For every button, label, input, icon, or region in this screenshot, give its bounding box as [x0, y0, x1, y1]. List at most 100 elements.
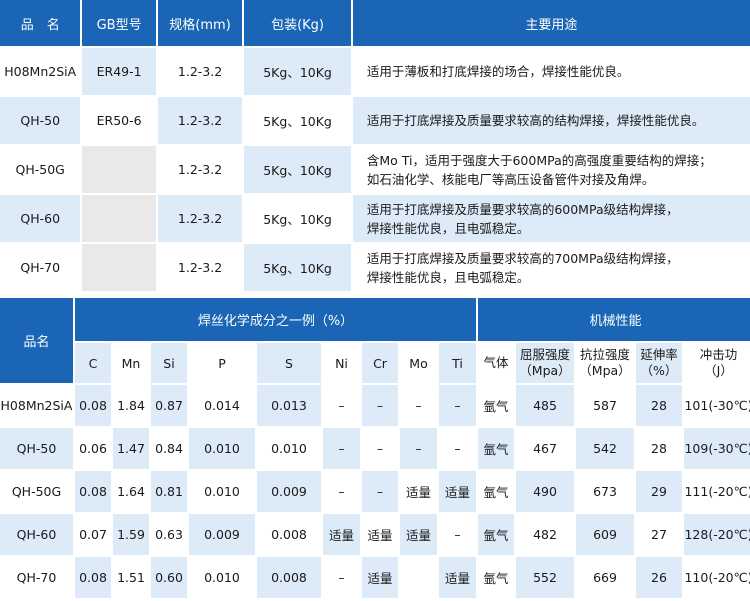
- value-mo: 适量: [400, 471, 437, 512]
- table-row: H08Mn2SiA 0.08 1.84 0.87 0.014 0.013 – –…: [0, 385, 750, 426]
- element-header-mn: Mn: [113, 343, 149, 383]
- value-ti: –: [439, 514, 476, 555]
- value-s: 0.008: [257, 557, 321, 598]
- table-row: QH-50 0.06 1.47 0.84 0.010 0.010 – – – –…: [0, 428, 750, 469]
- spec-table: 品 名 GB型号 规格(mm) 包装(Kg) 主要用途 H08Mn2SiA ER…: [0, 0, 750, 293]
- value-tensile: 587: [576, 385, 634, 426]
- value-s: 0.009: [257, 471, 321, 512]
- main-use: 适用于打底焊接及质量要求较高的结构焊接，焊接性能优良。: [352, 97, 750, 144]
- mech-header-gas: 气体: [478, 343, 514, 383]
- value-c: 0.07: [75, 514, 111, 555]
- value-impact: 110(-20℃): [684, 557, 750, 598]
- product-name: QH-50: [0, 428, 73, 469]
- value-tensile: 609: [576, 514, 634, 555]
- package-value: 5Kg、10Kg: [244, 97, 351, 144]
- header-package: 包装(Kg): [244, 0, 351, 46]
- value-p: 0.010: [189, 471, 255, 512]
- value-p: 0.014: [189, 385, 255, 426]
- mech-header-impact-unit: （J）: [704, 363, 733, 378]
- value-mn: 1.59: [113, 514, 149, 555]
- header-main-use: 主要用途: [352, 0, 750, 46]
- value-impact: 101(-30℃): [684, 385, 750, 426]
- gb-model: [82, 244, 156, 291]
- mech-header-tensile-label: 抗拉强度: [579, 347, 630, 362]
- header-gb-model: GB型号: [82, 0, 156, 46]
- value-tensile: 673: [576, 471, 634, 512]
- main-use-line-1: 适用于打底焊接及质量要求较高的600MPa级结构焊接，: [366, 201, 679, 217]
- value-ti: 适量: [439, 471, 476, 512]
- value-cr: 适量: [362, 514, 398, 555]
- value-s: 0.013: [257, 385, 321, 426]
- value-mn: 1.51: [113, 557, 149, 598]
- main-use: 适用于薄板和打底焊接的场合，焊接性能优良。: [352, 48, 750, 95]
- value-mo: [400, 557, 437, 598]
- product-name: QH-50G: [0, 471, 73, 512]
- product-name: QH-70: [0, 557, 73, 598]
- header-mechanical-properties: 机械性能: [478, 298, 750, 341]
- value-tensile: 542: [576, 428, 634, 469]
- value-yield: 490: [516, 471, 574, 512]
- main-use-line-1: 适用于薄板和打底焊接的场合，焊接性能优良。: [366, 64, 630, 79]
- value-ni: 适量: [323, 514, 360, 555]
- value-yield: 482: [516, 514, 574, 555]
- table-row: QH-50 ER50-6 1.2-3.2 5Kg、10Kg 适用于打底焊接及质量…: [0, 97, 750, 144]
- value-impact: 128(-20℃): [684, 514, 750, 555]
- element-header-p: P: [189, 343, 255, 383]
- value-mn: 1.64: [113, 471, 149, 512]
- product-name: H08Mn2SiA: [0, 48, 81, 95]
- gb-model: ER49-1: [82, 48, 156, 95]
- element-header-si: Si: [151, 343, 187, 383]
- main-use-line-2: 焊接性能优良，且电弧稳定。: [366, 269, 530, 285]
- value-si: 0.81: [151, 471, 187, 512]
- table-row: QH-70 1.2-3.2 5Kg、10Kg 适用于打底焊接及质量要求较高的70…: [0, 244, 750, 291]
- table-row: QH-60 1.2-3.2 5Kg、10Kg 适用于打底焊接及质量要求较高的60…: [0, 195, 750, 242]
- value-mo: –: [400, 385, 437, 426]
- value-p: 0.010: [189, 428, 255, 469]
- main-use-line-1: 适用于打底焊接及质量要求较高的结构焊接，焊接性能优良。: [366, 113, 705, 128]
- value-elongation: 28: [636, 428, 682, 469]
- mech-header-yield-label: 屈服强度: [519, 347, 570, 362]
- value-yield: 485: [516, 385, 574, 426]
- product-name: H08Mn2SiA: [0, 385, 73, 426]
- value-si: 0.84: [151, 428, 187, 469]
- mech-header-impact: 冲击功 （J）: [684, 343, 750, 383]
- value-mn: 1.84: [113, 385, 149, 426]
- spec-value: 1.2-3.2: [157, 97, 243, 144]
- value-ni: –: [323, 428, 360, 469]
- element-header-ni: Ni: [323, 343, 360, 383]
- value-gas: 氩气: [478, 428, 514, 469]
- main-use-line-2: 焊接性能优良，且电弧稳定。: [366, 220, 530, 236]
- value-si: 0.63: [151, 514, 187, 555]
- main-use-line-1: 适用于打底焊接及质量要求较高的700MPa级结构焊接，: [366, 250, 679, 266]
- package-value: 5Kg、10Kg: [244, 146, 351, 193]
- value-gas: 氩气: [478, 471, 514, 512]
- value-mo: 适量: [400, 514, 437, 555]
- value-ni: –: [323, 385, 360, 426]
- mech-header-elongation-unit: （%）: [640, 363, 678, 378]
- product-name: QH-60: [0, 514, 73, 555]
- spec-value: 1.2-3.2: [157, 146, 243, 193]
- value-ni: –: [323, 557, 360, 598]
- value-tensile: 669: [576, 557, 634, 598]
- package-value: 5Kg、10Kg: [244, 48, 351, 95]
- element-header-c: C: [75, 343, 111, 383]
- spec-value: 1.2-3.2: [157, 195, 243, 242]
- value-impact: 111(-20℃): [684, 471, 750, 512]
- main-use-line-1: 含Mo Ti，适用于强度大于600MPa的高强度重要结构的焊接；: [366, 152, 712, 168]
- main-use: 适用于打底焊接及质量要求较高的600MPa级结构焊接， 焊接性能优良，且电弧稳定。: [352, 195, 750, 242]
- value-elongation: 27: [636, 514, 682, 555]
- value-mo: –: [400, 428, 437, 469]
- mech-header-gas-label: 气体: [483, 355, 509, 370]
- header-chemical-composition: 焊丝化学成分之一例（%）: [75, 298, 476, 341]
- mech-header-yield: 屈服强度 （Mpa）: [516, 343, 574, 383]
- spec-header-row: 品 名 GB型号 规格(mm) 包装(Kg) 主要用途: [0, 0, 750, 46]
- value-si: 0.60: [151, 557, 187, 598]
- value-cr: –: [362, 471, 398, 512]
- value-s: 0.010: [257, 428, 321, 469]
- gb-model: ER50-6: [82, 97, 156, 144]
- table-row: QH-70 0.08 1.51 0.60 0.010 0.008 – 适量 适量…: [0, 557, 750, 598]
- chem-header-row: 品名 焊丝化学成分之一例（%） 机械性能: [0, 298, 750, 383]
- value-ni: –: [323, 471, 360, 512]
- value-elongation: 29: [636, 471, 682, 512]
- value-ti: 适量: [439, 557, 476, 598]
